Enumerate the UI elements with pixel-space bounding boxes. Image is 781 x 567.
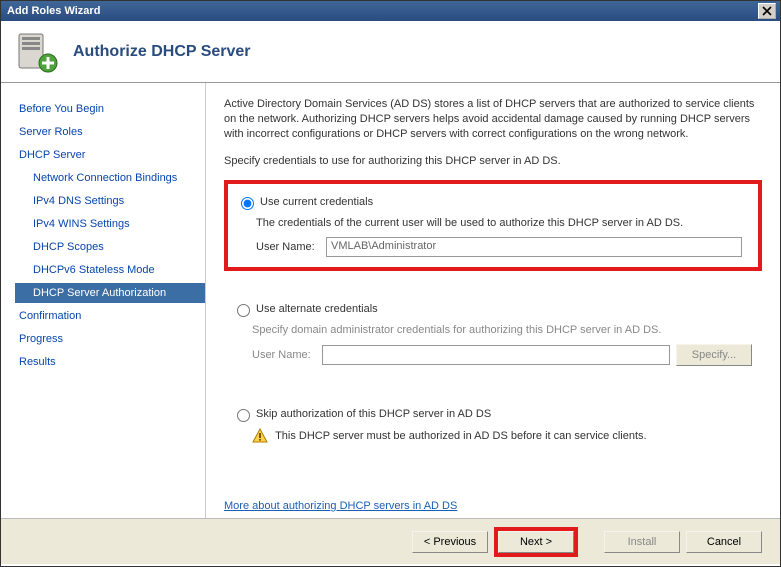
help-link[interactable]: More about authorizing DHCP servers in A… <box>224 500 457 512</box>
current-user-label: User Name: <box>256 241 326 253</box>
current-desc: The credentials of the current user will… <box>256 216 748 231</box>
radio-use-current-label: Use current credentials <box>260 196 373 208</box>
specify-text: Specify credentials to use for authorizi… <box>224 154 762 169</box>
radio-skip[interactable]: Skip authorization of this DHCP server i… <box>232 406 752 422</box>
alternate-desc: Specify domain administrator credentials… <box>252 323 752 338</box>
skip-warning-text: This DHCP server must be authorized in A… <box>275 430 647 442</box>
specify-button[interactable]: Specify... <box>676 344 752 366</box>
sidebar-item-before-you-begin[interactable]: Before You Begin <box>15 99 205 119</box>
titlebar[interactable]: Add Roles Wizard <box>1 1 780 21</box>
alternate-user-row: User Name: Specify... <box>252 344 752 366</box>
server-icon <box>15 30 59 74</box>
page-title: Authorize DHCP Server <box>73 43 251 61</box>
radio-use-alternate-label: Use alternate credentials <box>256 303 378 315</box>
wizard-body: Before You Begin Server Roles DHCP Serve… <box>1 83 780 518</box>
alternate-user-label: User Name: <box>252 349 322 361</box>
sidebar-item-network-bindings[interactable]: Network Connection Bindings <box>15 168 205 188</box>
option-alternate-credentials-group: Use alternate credentials Specify domain… <box>224 291 762 376</box>
skip-warning-row: This DHCP server must be authorized in A… <box>252 428 752 444</box>
install-button[interactable]: Install <box>604 531 680 553</box>
sidebar-item-server-roles[interactable]: Server Roles <box>15 122 205 142</box>
sidebar-item-dhcp-server[interactable]: DHCP Server <box>15 145 205 165</box>
cancel-button[interactable]: Cancel <box>686 531 762 553</box>
option-skip-group: Skip authorization of this DHCP server i… <box>224 396 762 460</box>
next-button-highlight: Next > <box>494 527 578 557</box>
content-pane: Active Directory Domain Services (AD DS)… <box>206 83 780 518</box>
sidebar-item-results[interactable]: Results <box>15 352 205 372</box>
radio-use-current[interactable]: Use current credentials <box>236 194 748 210</box>
wizard-header: Authorize DHCP Server <box>1 21 780 83</box>
radio-use-alternate[interactable]: Use alternate credentials <box>232 301 752 317</box>
sidebar: Before You Begin Server Roles DHCP Serve… <box>1 83 206 518</box>
warning-icon <box>252 428 268 444</box>
option-current-credentials-group: Use current credentials The credentials … <box>224 180 762 271</box>
current-user-row: User Name: VMLAB\Administrator <box>256 237 748 257</box>
window-title: Add Roles Wizard <box>5 5 758 17</box>
sidebar-item-progress[interactable]: Progress <box>15 329 205 349</box>
footer: < Previous Next > Install Cancel <box>1 518 780 564</box>
window: Add Roles Wizard Authorize DHCP Server B… <box>0 0 781 567</box>
sidebar-item-dhcp-authorization[interactable]: DHCP Server Authorization <box>15 283 205 303</box>
previous-button[interactable]: < Previous <box>412 531 488 553</box>
sidebar-item-dhcp-scopes[interactable]: DHCP Scopes <box>15 237 205 257</box>
radio-skip-label: Skip authorization of this DHCP server i… <box>256 408 491 420</box>
current-user-field: VMLAB\Administrator <box>326 237 742 257</box>
radio-skip-input[interactable] <box>237 409 250 422</box>
radio-use-alternate-input[interactable] <box>237 304 250 317</box>
close-icon[interactable] <box>758 3 776 19</box>
alternate-user-field <box>322 345 670 365</box>
sidebar-item-ipv4-dns[interactable]: IPv4 DNS Settings <box>15 191 205 211</box>
sidebar-item-ipv4-wins[interactable]: IPv4 WINS Settings <box>15 214 205 234</box>
sidebar-item-confirmation[interactable]: Confirmation <box>15 306 205 326</box>
intro-text: Active Directory Domain Services (AD DS)… <box>224 97 762 142</box>
sidebar-item-dhcpv6-stateless[interactable]: DHCPv6 Stateless Mode <box>15 260 205 280</box>
next-button[interactable]: Next > <box>498 531 574 553</box>
radio-use-current-input[interactable] <box>241 197 254 210</box>
